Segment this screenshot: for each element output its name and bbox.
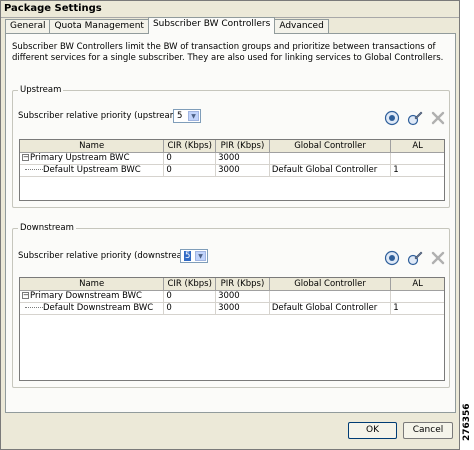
- ok-button[interactable]: OK: [348, 422, 397, 439]
- bwc-al: [391, 291, 444, 302]
- table-row[interactable]: −Primary Upstream BWC 0 3000: [20, 153, 444, 165]
- bwc-cir: 0: [164, 165, 217, 176]
- upstream-group-title: Upstream: [18, 85, 64, 95]
- downstream-priority-select[interactable]: 5 ▼: [180, 249, 208, 263]
- downstream-priority-label: Subscriber relative priority (downstream…: [18, 251, 197, 261]
- bwc-al: [391, 153, 444, 164]
- upstream-bwc-table: Name CIR (Kbps) PIR (Kbps) Global Contro…: [19, 139, 445, 201]
- column-header-global-controller[interactable]: Global Controller: [270, 140, 392, 152]
- bwc-name: Default Upstream BWC: [43, 165, 141, 175]
- column-header-pir[interactable]: PIR (Kbps): [216, 278, 270, 290]
- tab-subscriber-bw-controllers[interactable]: Subscriber BW Controllers: [147, 17, 276, 34]
- edit-bwc-icon[interactable]: [407, 110, 423, 126]
- bwc-pir: 3000: [216, 303, 270, 314]
- chevron-down-icon: ▼: [188, 111, 199, 121]
- column-header-al[interactable]: AL: [391, 140, 444, 152]
- bwc-name: Primary Upstream BWC: [30, 153, 130, 163]
- downstream-bwc-table: Name CIR (Kbps) PIR (Kbps) Global Contro…: [19, 277, 445, 381]
- collapse-icon[interactable]: −: [22, 154, 29, 161]
- column-header-global-controller[interactable]: Global Controller: [270, 278, 392, 290]
- bwc-cir: 0: [164, 291, 217, 302]
- column-header-al[interactable]: AL: [391, 278, 444, 290]
- cancel-button[interactable]: Cancel: [403, 422, 453, 439]
- add-bwc-icon[interactable]: [384, 110, 400, 126]
- tab-strip: General Quota Management Subscriber BW C…: [5, 17, 329, 34]
- tab-advanced[interactable]: Advanced: [274, 19, 329, 34]
- upstream-priority-select[interactable]: 5 ▼: [173, 109, 201, 123]
- collapse-icon[interactable]: −: [22, 292, 29, 299]
- column-header-cir[interactable]: CIR (Kbps): [164, 278, 217, 290]
- chevron-down-icon: ▼: [195, 251, 206, 261]
- bwc-name: Primary Downstream BWC: [30, 291, 142, 301]
- bwc-name: Default Downstream BWC: [43, 303, 154, 313]
- tab-general[interactable]: General: [5, 19, 51, 34]
- column-header-name[interactable]: Name: [20, 140, 165, 152]
- column-header-name[interactable]: Name: [20, 278, 165, 290]
- package-settings-dialog: Package Settings General Quota Managemen…: [0, 0, 460, 450]
- tab-panel: Subscriber BW Controllers limit the BW o…: [5, 33, 456, 413]
- bwc-pir: 3000: [216, 291, 270, 302]
- bwc-cir: 0: [164, 153, 217, 164]
- table-header: Name CIR (Kbps) PIR (Kbps) Global Contro…: [20, 140, 444, 153]
- tree-connector: [25, 169, 43, 170]
- table-row[interactable]: −Primary Downstream BWC 0 3000: [20, 291, 444, 303]
- bwc-pir: 3000: [216, 153, 270, 164]
- bwc-pir: 3000: [216, 165, 270, 176]
- column-header-pir[interactable]: PIR (Kbps): [216, 140, 270, 152]
- window-title: Package Settings: [1, 1, 459, 18]
- table-header: Name CIR (Kbps) PIR (Kbps) Global Contro…: [20, 278, 444, 291]
- downstream-priority-value: 5: [184, 251, 192, 261]
- table-row[interactable]: Default Downstream BWC 0 3000 Default Gl…: [20, 303, 444, 315]
- table-row[interactable]: Default Upstream BWC 0 3000 Default Glob…: [20, 165, 444, 177]
- bwc-global-controller: [270, 291, 392, 302]
- upstream-priority-label: Subscriber relative priority (upstream):: [18, 111, 185, 121]
- delete-bwc-icon[interactable]: [430, 110, 446, 126]
- downstream-group-title: Downstream: [18, 223, 76, 233]
- tree-connector: [25, 307, 43, 308]
- bwc-al: 1: [393, 303, 399, 313]
- upstream-priority-value: 5: [177, 111, 183, 121]
- edit-bwc-icon[interactable]: [407, 250, 423, 266]
- bwc-global-controller: [270, 153, 392, 164]
- bwc-al: 1: [393, 165, 399, 175]
- delete-bwc-icon[interactable]: [430, 250, 446, 266]
- bwc-cir: 0: [164, 303, 217, 314]
- downstream-group: Downstream Subscriber relative priority …: [12, 223, 450, 388]
- bwc-global-controller: Default Global Controller: [270, 303, 392, 314]
- upstream-group: Upstream Subscriber relative priority (u…: [12, 85, 450, 208]
- add-bwc-icon[interactable]: [384, 250, 400, 266]
- bwc-global-controller: Default Global Controller: [270, 165, 392, 176]
- figure-id: 276356: [462, 403, 472, 442]
- description-text: Subscriber BW Controllers limit the BW o…: [12, 42, 444, 63]
- column-header-cir[interactable]: CIR (Kbps): [164, 140, 217, 152]
- tab-quota-management[interactable]: Quota Management: [49, 19, 149, 34]
